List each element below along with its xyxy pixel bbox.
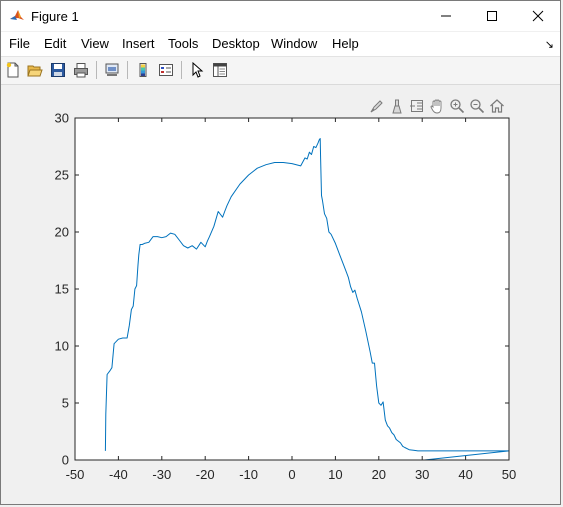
x-tick-label: 30 [415, 467, 429, 482]
x-tick-label: -10 [239, 467, 258, 482]
y-tick-label: 15 [55, 282, 69, 297]
y-tick-label: 25 [55, 168, 69, 183]
x-tick-label: 20 [372, 467, 386, 482]
y-tick-label: 30 [55, 111, 69, 126]
axes-background[interactable] [75, 118, 509, 460]
x-tick-label: 40 [458, 467, 472, 482]
plot-area: -50 -40 -30 -20 -10 0 10 20 30 40 50 0 5 10 15 20 25 30 [55, 111, 517, 483]
x-tick-label: 10 [328, 467, 342, 482]
x-tick-label: -40 [109, 467, 128, 482]
x-tick-label: -30 [152, 467, 171, 482]
x-tick-label: -20 [196, 467, 215, 482]
y-tick-label: 10 [55, 339, 69, 354]
x-tick-label: 50 [502, 467, 516, 482]
x-tick-label: -50 [66, 467, 85, 482]
x-tick-label: 0 [288, 467, 295, 482]
y-tick-label: 5 [62, 396, 69, 411]
y-tick-label: 20 [55, 225, 69, 240]
figure-window: Figure 1 File Edit View Insert Tools Des… [0, 0, 561, 505]
y-tick-label: 0 [62, 453, 69, 468]
